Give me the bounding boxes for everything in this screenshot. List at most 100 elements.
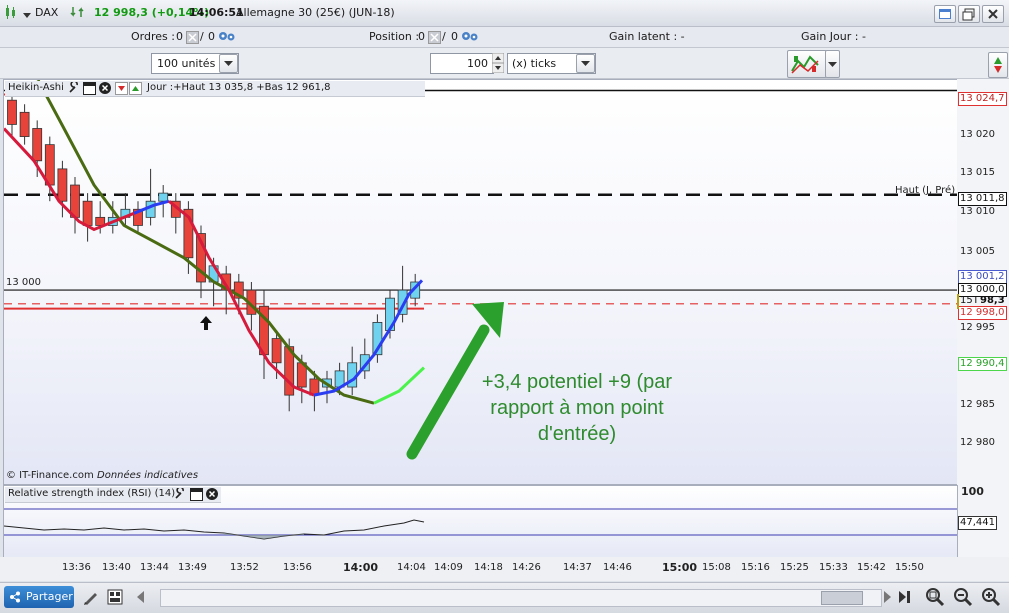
time-tick: 14:04 [397, 562, 426, 573]
last-price-tag: 15T 98,3 [957, 294, 1005, 309]
position-count-a: 0 [418, 30, 425, 43]
quantity-stepper[interactable] [491, 52, 505, 74]
horizontal-scrollbar[interactable] [160, 589, 882, 607]
orders-count-a: 0 [176, 30, 183, 43]
orders-gear-icon[interactable] [217, 29, 239, 46]
price-chart[interactable]: Heikin-Ashi Jour :+Haut 13 035,8 +Bas 12… [3, 79, 958, 485]
time-axis[interactable]: 13:36 13:40 13:44 13:49 13:52 13:56 14:0… [0, 557, 1009, 581]
low-tag: 12 998,0 [958, 306, 1007, 320]
slow-moving-average [36, 80, 375, 405]
last-price-value: 98,3 [980, 295, 1005, 306]
close-window-button[interactable] [982, 5, 1004, 23]
time-tick: 13:40 [102, 562, 131, 573]
chevron-down-icon[interactable] [23, 9, 31, 22]
chart-tools-button[interactable] [787, 50, 827, 78]
time-tick: 15:08 [702, 562, 731, 573]
ma-blue-tag: 13 001,2 [958, 270, 1007, 284]
share-button[interactable]: Partager [4, 586, 74, 608]
chevron-down-icon[interactable] [576, 54, 595, 73]
disclaimer-text: Données indicatives [97, 470, 199, 481]
rsi-scale-top: 100 [961, 485, 984, 498]
price-axis[interactable]: 13 020 13 015 13 010 13 005 12 995 12 98… [957, 79, 1009, 559]
share-label: Partager [26, 590, 73, 603]
layout-icon[interactable] [106, 588, 124, 609]
jump-to-end-icon[interactable] [896, 588, 914, 609]
zoom-in-icon[interactable] [980, 586, 1002, 611]
candlestick-icon[interactable] [4, 5, 20, 19]
title-bar: DAX 12 998,3 (+0,14%) 14:06:51 Allemagne… [0, 0, 1009, 27]
time-tick: 14:37 [563, 562, 592, 573]
chevron-down-icon[interactable] [825, 50, 840, 78]
scrollbar-thumb[interactable] [821, 591, 863, 605]
time-tick: 14:26 [512, 562, 541, 573]
candle-body [7, 99, 17, 125]
position-label: Position : [369, 30, 420, 43]
price-tick: 12 980 [960, 437, 995, 448]
timeframe-label: 15T [960, 295, 979, 306]
gain-jour: Gain Jour : - [801, 30, 866, 43]
price-tick: 13 010 [960, 206, 995, 217]
position-gear-icon[interactable] [460, 29, 482, 46]
refresh-arrows-icon[interactable] [70, 5, 84, 22]
gain-latent: Gain latent : - [609, 30, 685, 43]
scroll-left-icon[interactable] [134, 588, 148, 609]
copyright-text: © IT-Finance.com [6, 470, 94, 481]
time-tick-hour: 15:00 [662, 561, 698, 574]
scroll-arrows-icon[interactable] [988, 52, 1008, 78]
cancel-orders-icon[interactable] [186, 31, 199, 44]
restore-window-button[interactable] [958, 5, 980, 23]
entry-arrow-icon [199, 315, 213, 334]
annotation-line-1: +3,4 potentiel +9 (par [481, 371, 673, 393]
time-tick: 13:52 [230, 562, 259, 573]
time-tick: 15:33 [819, 562, 848, 573]
time-tick: 15:25 [780, 562, 809, 573]
rsi-canvas[interactable] [4, 486, 957, 557]
rsi-panel[interactable]: Relative strength index (RSI) (14) [3, 485, 958, 558]
quantity-value: 100 [467, 57, 488, 70]
wrench-icon[interactable] [68, 80, 80, 97]
time-tick: 13:49 [178, 562, 207, 573]
day-high-tag: 13 024,7 [958, 92, 1007, 106]
candle-body [158, 192, 169, 202]
down-red-icon[interactable] [115, 82, 128, 95]
price-tick: 12 995 [960, 322, 995, 333]
ma-green-tag: 12 990,4 [958, 357, 1007, 371]
symbol-label[interactable]: DAX [35, 6, 58, 19]
time-tick: 15:16 [741, 562, 770, 573]
quantity-input[interactable]: 100 [430, 53, 494, 74]
time-tick: 14:46 [603, 562, 632, 573]
up-green-icon[interactable] [129, 82, 142, 95]
close-icon[interactable] [99, 82, 111, 94]
position-count-b: 0 [451, 30, 458, 43]
zoom-fit-icon[interactable] [924, 586, 946, 611]
scroll-right-icon[interactable] [880, 588, 894, 609]
price-tick: 12 985 [960, 399, 995, 410]
time-tick: 13:56 [283, 562, 312, 573]
candle-body [32, 128, 43, 162]
time-tick: 14:09 [434, 562, 463, 573]
price-tick: 13 015 [960, 167, 995, 178]
orders-label: Ordres : [131, 30, 175, 43]
time-tick: 13:44 [140, 562, 169, 573]
bottom-toolbar: Partager [0, 582, 1009, 613]
time-tick-hour: 14:00 [343, 561, 379, 574]
annotation-line-3: d'entrée) [537, 423, 617, 445]
candle-body [57, 168, 68, 202]
candle-body [271, 338, 282, 364]
units-value: 100 unités [157, 57, 216, 70]
zoom-out-icon[interactable] [952, 586, 974, 611]
rsi-value-tag: 47,441 [958, 516, 997, 530]
order-info-bar: Ordres : 0 / 0 Position : 0 / 0 Gain lat… [0, 27, 1009, 48]
maximize-icon[interactable] [83, 82, 96, 95]
indicator-name[interactable]: Heikin-Ashi [8, 82, 64, 93]
add-window-button[interactable] [934, 5, 956, 23]
instrument-name: Allemagne 30 (25€) (JUN-18) [236, 6, 395, 19]
ticks-select[interactable]: (x) ticks [507, 53, 596, 74]
pencil-icon[interactable] [82, 588, 100, 609]
units-select[interactable]: 100 unités [151, 53, 239, 74]
close-position-icon[interactable] [428, 31, 441, 44]
day-high-low: Jour :+Haut 13 035,8 +Bas 12 961,8 [147, 82, 331, 93]
chevron-down-icon[interactable] [219, 54, 238, 73]
annotation-text: +3,4 potentiel +9 (par rapport à mon poi… [466, 369, 688, 447]
time-tick: 13:36 [62, 562, 91, 573]
